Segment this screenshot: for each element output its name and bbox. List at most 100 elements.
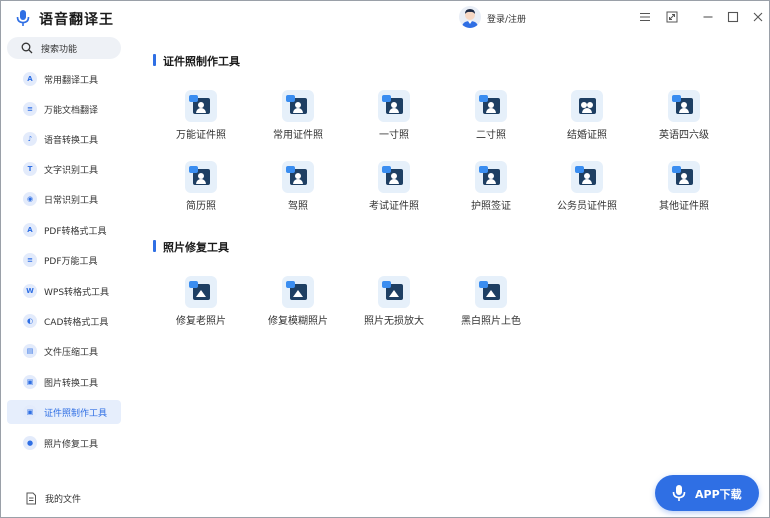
search-function-button[interactable]: 搜索功能: [7, 37, 121, 59]
tool-label: 结婚证照: [567, 130, 607, 141]
sidebar-item-pdf-tools[interactable]: ≡ PDF万能工具: [7, 248, 121, 272]
tool-label: 修复模糊照片: [268, 316, 328, 327]
daily-recognition-icon: ◉: [23, 192, 37, 206]
tool-universal-id-photo[interactable]: 万能证件照: [153, 90, 249, 150]
tool-label: 照片无损放大: [364, 316, 424, 327]
id-photo-icon: [282, 161, 314, 193]
tool-passport-visa-photo[interactable]: 护照签证: [443, 161, 539, 221]
app-download-button[interactable]: APP下载: [655, 475, 759, 511]
app-window: 语音翻译王 登录/注册 搜索功能 A 常用翻译工具 ≡ 万能文档翻译 ♪ 语音转…: [0, 0, 770, 518]
image-convert-icon: ▣: [23, 375, 37, 389]
id-photo-icon: [571, 161, 603, 193]
id-photo-icon: [378, 161, 410, 193]
tool-repair-old-photo[interactable]: 修复老照片: [153, 276, 249, 336]
sidebar-item-label: 日常识别工具: [44, 196, 99, 206]
sidebar-item-file-compress[interactable]: ▤ 文件压缩工具: [7, 339, 121, 363]
file-icon: [26, 492, 36, 505]
tool-lossless-enlarge[interactable]: 照片无损放大: [346, 276, 442, 336]
sidebar-item-label: 照片修复工具: [44, 440, 99, 450]
sidebar-item-cad-convert[interactable]: ◐ CAD转格式工具: [7, 309, 121, 333]
sidebar-item-label: PDF万能工具: [44, 257, 98, 267]
id-photo-icon: [668, 161, 700, 193]
photo-enlarge-icon: [378, 276, 410, 308]
pdf-convert-icon: A: [23, 223, 37, 237]
close-icon[interactable]: [751, 10, 765, 24]
tool-label: 驾照: [288, 201, 308, 212]
tool-label: 英语四六级: [659, 130, 709, 141]
id-photo-icon: [282, 90, 314, 122]
sidebar-item-label: PDF转格式工具: [44, 227, 107, 237]
tool-cet-photo[interactable]: 英语四六级: [636, 90, 732, 150]
tool-two-inch-photo[interactable]: 二寸照: [443, 90, 539, 150]
tool-civil-servant-photo[interactable]: 公务员证件照: [539, 161, 635, 221]
file-compress-icon: ▤: [23, 344, 37, 358]
tool-common-id-photo[interactable]: 常用证件照: [250, 90, 346, 150]
sidebar-item-wps-convert[interactable]: W WPS转格式工具: [7, 279, 121, 303]
tool-label: 常用证件照: [273, 130, 323, 141]
minimize-icon[interactable]: [701, 10, 715, 24]
tool-label: 简历照: [186, 201, 216, 212]
sidebar-item-label: WPS转格式工具: [44, 288, 110, 298]
id-photo-icon: [475, 161, 507, 193]
cad-convert-icon: ◐: [23, 314, 37, 328]
voice-convert-icon: ♪: [23, 132, 37, 146]
photo-repair-icon: [282, 276, 314, 308]
tool-marriage-photo[interactable]: 结婚证照: [539, 90, 635, 150]
my-files-label: 我的文件: [45, 495, 82, 505]
sidebar-item-label: 万能文档翻译: [44, 106, 99, 116]
tool-label: 修复老照片: [176, 316, 226, 327]
tool-label: 黑白照片上色: [461, 316, 521, 327]
tool-driver-license-photo[interactable]: 驾照: [250, 161, 346, 221]
compact-mode-icon[interactable]: [665, 10, 679, 24]
tool-label: 二寸照: [476, 130, 506, 141]
id-photo-icon: [475, 90, 507, 122]
document-translate-icon: ≡: [23, 102, 37, 116]
app-title: 语音翻译王: [39, 12, 114, 28]
sidebar-item-label: 文件压缩工具: [44, 348, 99, 358]
tool-other-id-photo[interactable]: 其他证件照: [636, 161, 732, 221]
sidebar-item-text-recognition[interactable]: T 文字识别工具: [7, 157, 121, 181]
search-label: 搜索功能: [41, 45, 78, 55]
title-bar: 语音翻译王 登录/注册: [1, 1, 769, 35]
section-title-id-photo: 证件照制作工具: [153, 53, 240, 69]
translate-icon: A: [23, 72, 37, 86]
sidebar-item-document-translate[interactable]: ≡ 万能文档翻译: [7, 97, 121, 121]
tool-one-inch-photo[interactable]: 一寸照: [346, 90, 442, 150]
tool-label: 考试证件照: [369, 201, 419, 212]
microphone-icon: [672, 485, 686, 501]
wps-convert-icon: W: [23, 284, 37, 298]
sidebar-item-image-convert[interactable]: ▣ 图片转换工具: [7, 370, 121, 394]
tool-label: 护照签证: [471, 201, 511, 212]
id-photo-icon: [668, 90, 700, 122]
sidebar-item-label: 图片转换工具: [44, 379, 99, 389]
tool-label: 公务员证件照: [557, 201, 617, 212]
id-photo-icon: [185, 90, 217, 122]
tool-resume-photo[interactable]: 简历照: [153, 161, 249, 221]
tool-repair-blurry-photo[interactable]: 修复模糊照片: [250, 276, 346, 336]
tool-exam-photo[interactable]: 考试证件照: [346, 161, 442, 221]
tool-colorize-photo[interactable]: 黑白照片上色: [443, 276, 539, 336]
search-icon: [21, 42, 33, 54]
menu-icon[interactable]: [638, 10, 652, 24]
sidebar-item-label: 常用翻译工具: [44, 76, 99, 86]
sidebar-item-daily-recognition[interactable]: ◉ 日常识别工具: [7, 187, 121, 211]
id-photo-icon: [185, 161, 217, 193]
tool-label: 一寸照: [379, 130, 409, 141]
login-register-link[interactable]: 登录/注册: [487, 12, 526, 25]
couple-photo-icon: [571, 90, 603, 122]
sidebar-item-photo-repair[interactable]: ● 照片修复工具: [7, 431, 121, 455]
tool-label: 其他证件照: [659, 201, 709, 212]
sidebar-item-voice-convert[interactable]: ♪ 语音转换工具: [7, 127, 121, 151]
sidebar-item-id-photo[interactable]: ▣ 证件照制作工具: [7, 400, 121, 424]
sidebar-item-label: 语音转换工具: [44, 136, 99, 146]
sidebar-item-pdf-convert[interactable]: A PDF转格式工具: [7, 218, 121, 242]
photo-repair-icon: [185, 276, 217, 308]
app-download-label: APP下载: [695, 488, 742, 501]
microphone-logo-icon: [16, 10, 30, 26]
sidebar-item-label: CAD转格式工具: [44, 318, 109, 328]
sidebar-item-label: 文字识别工具: [44, 166, 99, 176]
sidebar-item-translate-tools[interactable]: A 常用翻译工具: [7, 67, 121, 91]
maximize-icon[interactable]: [726, 10, 740, 24]
avatar[interactable]: [459, 6, 481, 28]
text-recognition-icon: T: [23, 162, 37, 176]
